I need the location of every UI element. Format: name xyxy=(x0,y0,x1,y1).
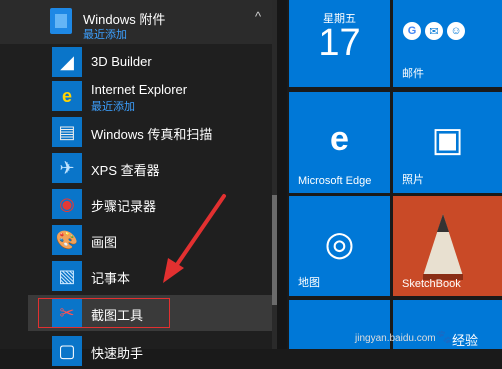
tile-sketchbook[interactable]: SketchBook xyxy=(393,196,502,296)
list-item-notepad[interactable]: ▧ 记事本 xyxy=(28,258,272,294)
list-item-quick-assist[interactable]: ▢ 快速助手 xyxy=(28,333,272,369)
edge-icon: e xyxy=(330,120,349,158)
photos-icon: ▣ xyxy=(431,121,464,159)
app-label: 快速助手 xyxy=(91,346,144,361)
tile-label: 地图 xyxy=(298,277,320,289)
chevron-up-icon[interactable]: ^ xyxy=(255,9,261,24)
app-label: XPS 查看器 xyxy=(91,163,160,178)
app-label: 步骤记录器 xyxy=(91,199,157,214)
folder-icon xyxy=(50,8,72,34)
app-label: Internet Explorer xyxy=(91,82,188,97)
3d-builder-icon: ◢ xyxy=(52,47,82,77)
tile-label: SketchBook xyxy=(402,278,461,290)
highlight-box xyxy=(38,298,170,328)
app-label: 3D Builder xyxy=(91,54,152,69)
group-subtitle: 最近添加 xyxy=(83,29,127,41)
list-item-steps-recorder[interactable]: ◉ 步骤记录器 xyxy=(28,186,272,222)
fax-scan-icon: ▤ xyxy=(52,117,82,147)
watermark-brand: 经验 xyxy=(452,333,479,348)
app-label: 记事本 xyxy=(91,271,131,286)
paint-icon: 🎨 xyxy=(52,225,82,255)
app-label: 画图 xyxy=(91,235,118,250)
tile-label: 照片 xyxy=(402,174,424,186)
notepad-icon: ▧ xyxy=(52,261,82,291)
list-item-fax-scan[interactable]: ▤ Windows 传真和扫描 xyxy=(28,114,272,150)
outlook-icon: ✉ xyxy=(425,22,443,40)
mail-account-icons: G ✉ ☺ xyxy=(403,22,465,40)
start-menu-app-list: Windows 附件 最近添加 ^ ◢ 3D Builder e Interne… xyxy=(0,0,277,366)
tile-calendar[interactable]: 星期五 17 xyxy=(289,0,390,87)
list-item-3d-builder[interactable]: ◢ 3D Builder xyxy=(28,44,272,80)
app-label: Windows 传真和扫描 xyxy=(91,127,213,142)
contact-icon: ☺ xyxy=(447,22,465,40)
group-windows-accessories[interactable]: Windows 附件 最近添加 ^ xyxy=(0,0,272,44)
tile-photos[interactable]: ▣ 照片 xyxy=(393,92,502,193)
calendar-date: 17 xyxy=(318,22,361,64)
xps-viewer-icon: ✈ xyxy=(52,153,82,183)
google-icon: G xyxy=(403,22,421,40)
maps-icon: ◎ xyxy=(324,225,355,263)
tile-label: Microsoft Edge xyxy=(298,175,372,187)
tile-label: 邮件 xyxy=(402,68,424,80)
watermark-url: jingyan.baidu.com xyxy=(355,333,436,344)
steps-recorder-icon: ◉ xyxy=(52,189,82,219)
list-item-paint[interactable]: 🎨 画图 xyxy=(28,222,272,258)
list-item-internet-explorer[interactable]: e Internet Explorer 最近添加 xyxy=(28,78,272,114)
internet-explorer-icon: e xyxy=(52,81,82,111)
list-item-xps-viewer[interactable]: ✈ XPS 查看器 xyxy=(28,150,272,186)
quick-assist-icon: ▢ xyxy=(52,336,82,366)
app-sublabel: 最近添加 xyxy=(91,101,135,113)
tile-edge[interactable]: e Microsoft Edge xyxy=(289,92,390,193)
baidu-paw-icon: 🐾 xyxy=(436,329,453,344)
tile-mail[interactable]: G ✉ ☺ 邮件 xyxy=(393,0,502,87)
tile-maps[interactable]: ◎ 地图 xyxy=(289,196,390,296)
pane-divider xyxy=(277,0,287,349)
